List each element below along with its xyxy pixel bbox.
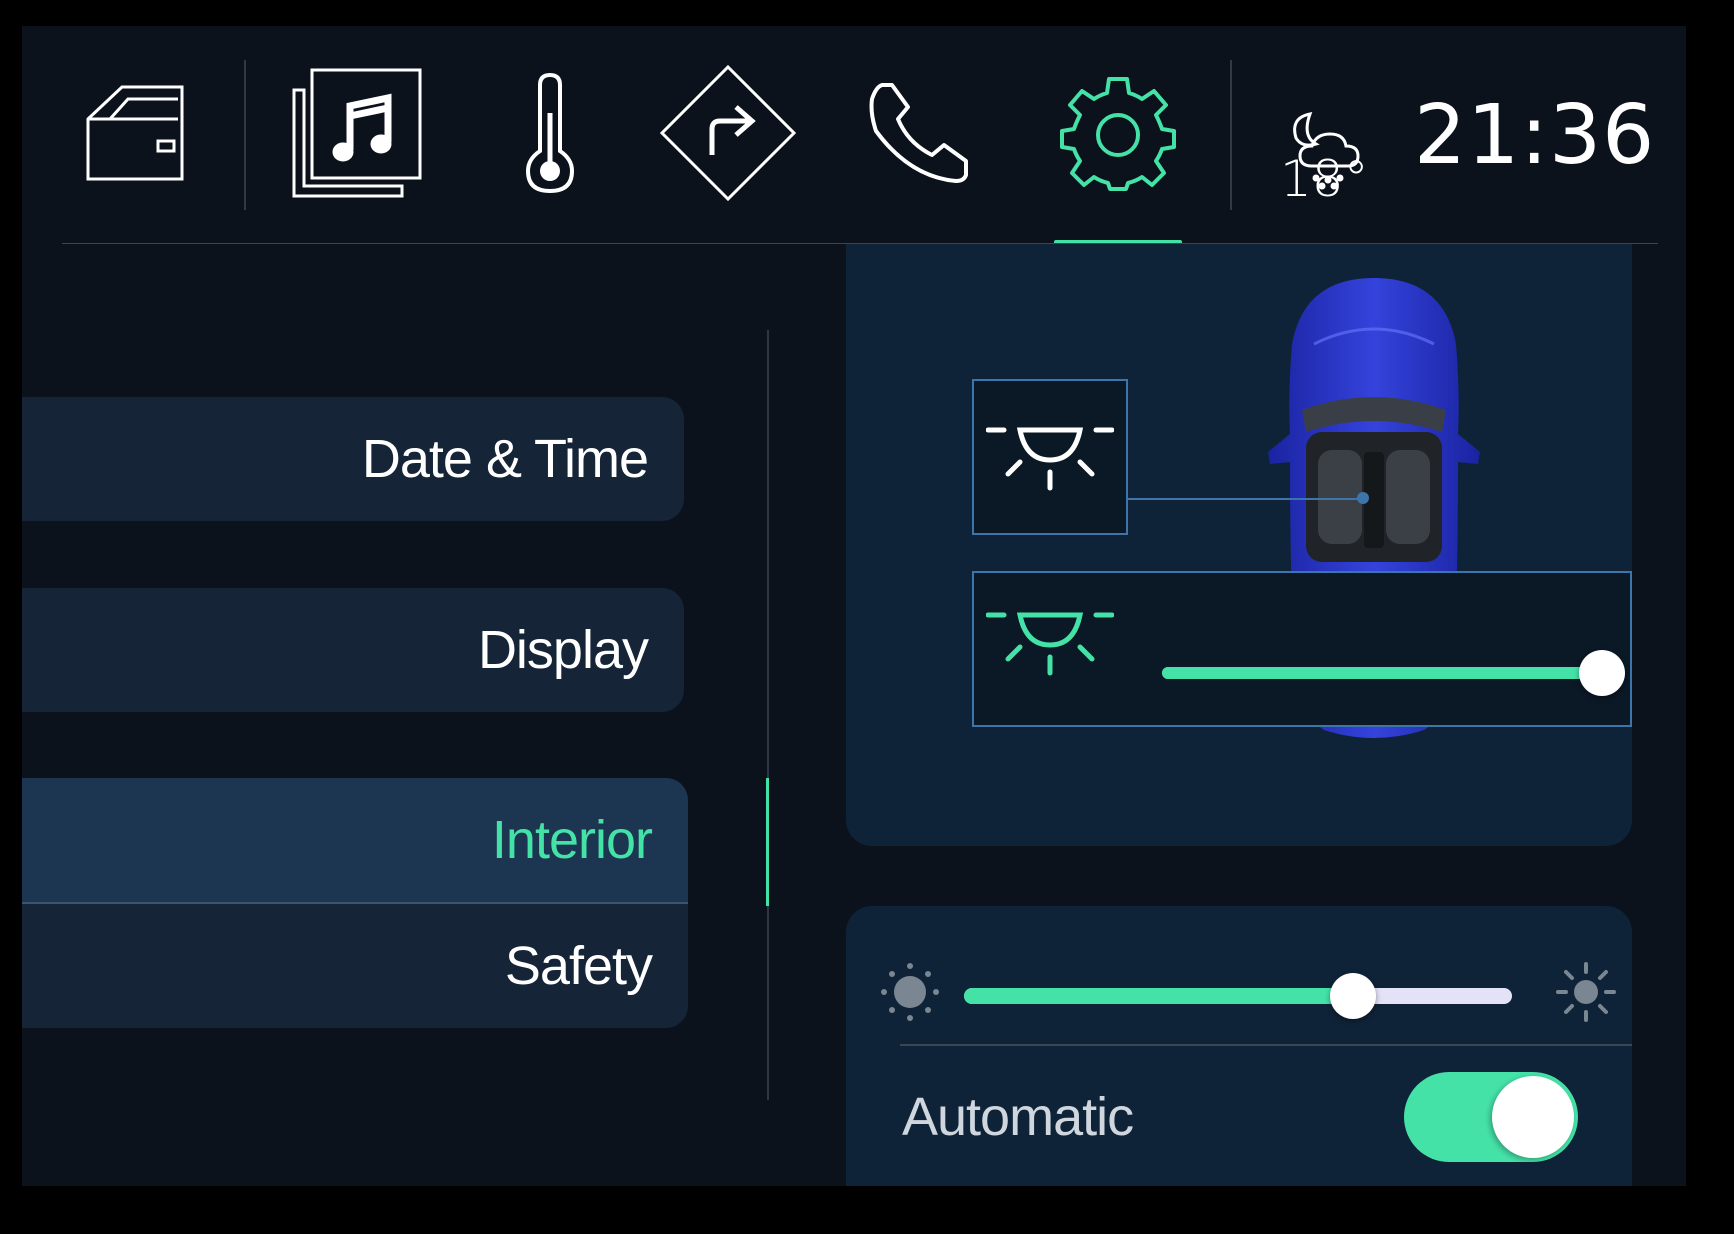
interior-light-card bbox=[846, 244, 1632, 846]
menu-item-date-time[interactable]: Date & Time bbox=[22, 397, 684, 521]
menu-item-display[interactable]: Display bbox=[22, 588, 684, 712]
menu-item-label: Date & Time bbox=[361, 429, 649, 489]
nav-vehicle-button[interactable] bbox=[82, 58, 194, 208]
menu-item-safety[interactable]: Safety bbox=[22, 904, 688, 1028]
nav-settings-button[interactable] bbox=[1058, 58, 1178, 208]
nav-separator bbox=[1230, 60, 1232, 210]
menu-item-label: Display bbox=[477, 620, 649, 680]
automatic-brightness-toggle[interactable] bbox=[1404, 1072, 1578, 1162]
media-music-icon bbox=[292, 68, 422, 198]
gear-icon bbox=[1060, 77, 1176, 191]
nav-phone-button[interactable] bbox=[868, 58, 972, 208]
nav-media-button[interactable] bbox=[292, 58, 424, 208]
light-intensity-panel bbox=[972, 571, 1632, 727]
nav-navigation-button[interactable] bbox=[658, 58, 798, 208]
temperature-readout: 18° bbox=[1280, 150, 1369, 208]
light-location-connector bbox=[1128, 498, 1364, 500]
infotainment-screen: 18° 21:36 Date & Time Display Interior S… bbox=[22, 26, 1686, 1186]
light-location-dot bbox=[1357, 492, 1369, 504]
nav-climate-button[interactable] bbox=[522, 58, 578, 208]
thermometer-icon bbox=[525, 73, 575, 193]
nav-separator bbox=[244, 60, 246, 210]
dome-light-toggle[interactable] bbox=[972, 379, 1128, 535]
brightness-high-icon bbox=[1556, 962, 1616, 1022]
toggle-knob bbox=[1492, 1076, 1574, 1158]
menu-item-label: Interior bbox=[491, 810, 653, 870]
screen-brightness-slider[interactable] bbox=[964, 973, 1512, 1019]
automatic-brightness-label: Automatic bbox=[902, 1087, 1134, 1147]
slider-fill bbox=[964, 988, 1354, 1004]
top-bar: 18° 21:36 bbox=[22, 26, 1686, 244]
navigation-turn-icon bbox=[659, 64, 797, 202]
dome-light-icon bbox=[986, 427, 1114, 491]
slider-knob[interactable] bbox=[1579, 650, 1625, 696]
phone-icon bbox=[869, 83, 968, 183]
menu-item-label: Safety bbox=[504, 936, 653, 996]
slider-fill bbox=[1162, 667, 1602, 679]
car-door-icon bbox=[86, 85, 184, 181]
brightness-divider bbox=[900, 1044, 1632, 1046]
brightness-low-icon bbox=[881, 963, 939, 1021]
dome-light-icon bbox=[986, 612, 1114, 676]
menu-scroll-track[interactable] bbox=[767, 330, 769, 1100]
menu-item-interior[interactable]: Interior bbox=[22, 778, 688, 902]
menu-scroll-thumb[interactable] bbox=[766, 778, 769, 906]
slider-knob[interactable] bbox=[1330, 973, 1377, 1019]
clock: 21:36 bbox=[1414, 88, 1656, 183]
light-intensity-slider[interactable] bbox=[1162, 650, 1625, 696]
